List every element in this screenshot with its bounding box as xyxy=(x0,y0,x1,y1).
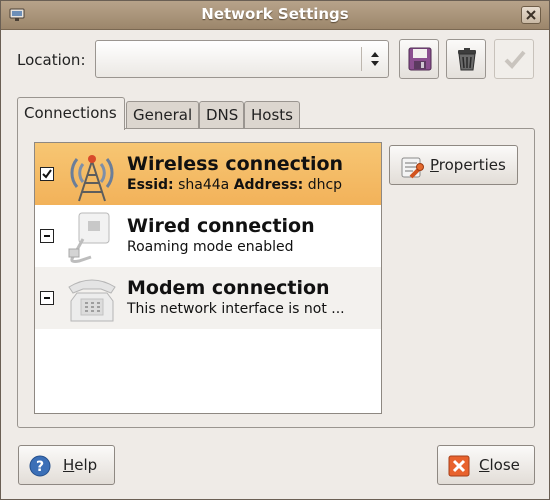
wired-enabled-checkbox[interactable] xyxy=(40,229,54,243)
title-bar[interactable]: Network Settings xyxy=(1,1,549,30)
help-button[interactable]: ? Help xyxy=(18,445,115,485)
location-label: Location: xyxy=(17,51,86,69)
wired-connection-detail: Roaming mode enabled xyxy=(127,239,294,255)
combo-divider xyxy=(361,47,362,71)
trash-can-icon xyxy=(458,48,476,71)
floppy-disk-icon xyxy=(408,47,432,71)
help-mnemonic: H xyxy=(63,456,75,474)
properties-label-rest: roperties xyxy=(438,156,506,174)
svg-text:?: ? xyxy=(36,459,44,475)
window-close-button[interactable] xyxy=(521,6,541,24)
close-label: Close xyxy=(479,456,520,474)
indeterminate-icon xyxy=(44,235,50,237)
combo-arrows-icon xyxy=(370,50,380,68)
close-label-rest: lose xyxy=(489,456,520,474)
network-settings-window: Network Settings Location: Connections G… xyxy=(0,0,550,500)
tab-connections[interactable]: Connections xyxy=(17,97,125,130)
telephone-modem-icon xyxy=(63,271,121,327)
address-value: dhcp xyxy=(307,177,343,193)
modem-connection-title: Modem connection xyxy=(127,277,330,299)
tab-hosts[interactable]: Hosts xyxy=(244,101,300,128)
close-dialog-icon xyxy=(448,455,470,481)
properties-button[interactable]: Properties xyxy=(389,145,518,185)
help-label-rest: elp xyxy=(74,456,98,474)
address-label: Address: xyxy=(233,177,304,193)
modem-connection-detail: This network interface is not ... xyxy=(127,301,345,317)
delete-location-button[interactable] xyxy=(446,39,486,79)
indeterminate-icon xyxy=(44,297,50,299)
save-location-button[interactable] xyxy=(399,39,439,79)
essid-value: sha44a xyxy=(178,177,230,193)
connection-row-modem[interactable]: Modem connection This network interface … xyxy=(35,267,381,329)
modem-enabled-checkbox[interactable] xyxy=(40,291,54,305)
close-mnemonic: C xyxy=(479,456,490,474)
location-combobox[interactable] xyxy=(95,40,389,78)
connections-list[interactable]: Wireless connection Essid: sha44a Addres… xyxy=(34,142,382,414)
connection-row-wireless[interactable]: Wireless connection Essid: sha44a Addres… xyxy=(35,143,381,205)
properties-label: Properties xyxy=(430,156,506,174)
apply-location-button[interactable] xyxy=(494,39,534,79)
checkmark-icon xyxy=(504,50,526,69)
wireless-connection-detail: Essid: sha44a Address: dhcp xyxy=(127,177,342,193)
close-icon xyxy=(526,10,536,20)
properties-wrench-icon xyxy=(400,155,424,183)
ethernet-plug-icon xyxy=(63,209,121,265)
check-mark-icon xyxy=(42,169,52,179)
close-button[interactable]: Close xyxy=(437,445,535,485)
connection-row-wired[interactable]: Wired connection Roaming mode enabled xyxy=(35,205,381,267)
tab-general[interactable]: General xyxy=(126,101,199,128)
help-icon: ? xyxy=(29,455,51,481)
wireless-tower-icon xyxy=(63,147,121,203)
window-title: Network Settings xyxy=(201,5,349,23)
wired-connection-title: Wired connection xyxy=(127,215,315,237)
help-label: Help xyxy=(63,456,97,474)
tab-dns[interactable]: DNS xyxy=(199,101,244,128)
wireless-enabled-checkbox[interactable] xyxy=(40,167,54,181)
properties-mnemonic: P xyxy=(430,156,439,174)
essid-label: Essid: xyxy=(127,177,174,193)
wireless-connection-title: Wireless connection xyxy=(127,153,344,175)
